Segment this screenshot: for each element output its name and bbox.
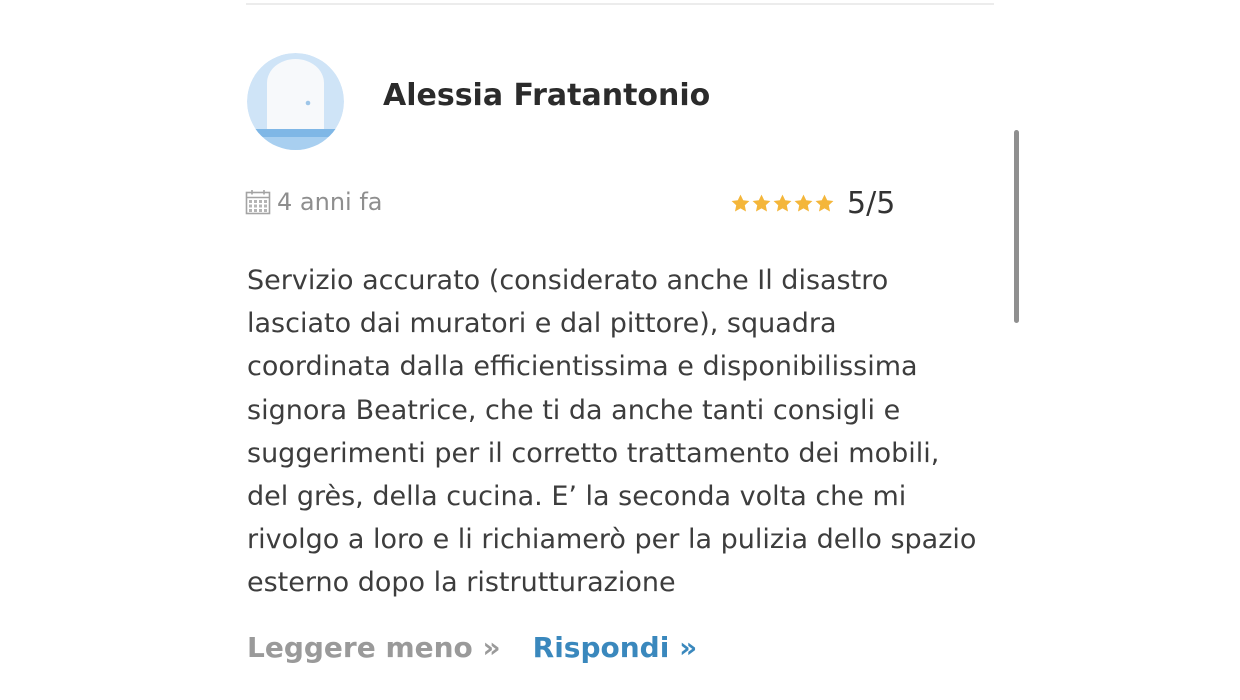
door-avatar-icon [247,53,344,150]
star-icon [815,194,834,211]
read-less-link[interactable]: Leggere meno » [247,631,501,664]
star-icon [794,194,813,211]
rating-stars [730,193,835,214]
top-divider [246,3,994,5]
review-text: Servizio accurato (considerato anche Il … [247,265,977,599]
author-avatar [247,53,344,150]
review-date: 4 anni fa [245,187,382,217]
review-actions: Leggere meno » Rispondi » [247,627,697,667]
review-date-text: 4 anni fa [277,188,383,216]
rating-value: 5/5 [847,185,896,221]
calendar-icon [245,190,271,215]
reply-link[interactable]: Rispondi » [533,631,698,664]
scrollbar-thumb[interactable] [1014,130,1019,323]
author-name: Alessia Fratantonio [383,78,711,113]
star-icon [773,194,792,211]
star-icon [752,194,771,211]
review-page: Alessia Fratantonio 4 anni fa 5/5 Serviz… [0,0,1240,700]
star-icon [731,194,750,211]
review-rating: 5/5 [730,185,896,221]
